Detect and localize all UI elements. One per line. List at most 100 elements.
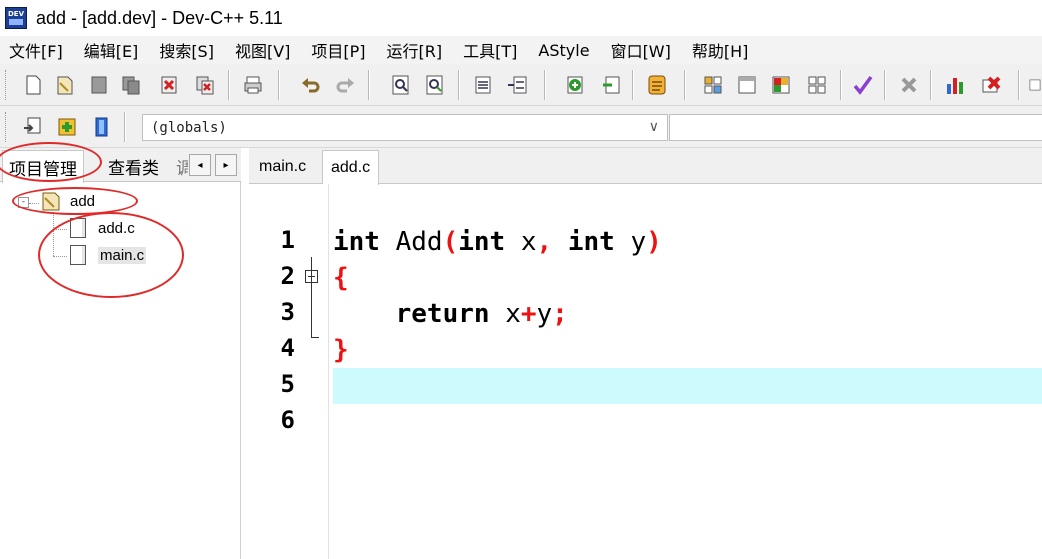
keyword-int: int	[552, 227, 615, 257]
main-toolbar	[0, 64, 1042, 106]
menu-tools[interactable]: 工具[T]	[463, 38, 517, 62]
indent-icon[interactable]	[470, 72, 496, 98]
print-icon[interactable]	[240, 72, 266, 98]
tile-icon[interactable]	[700, 72, 726, 98]
title-bar: DEV add - [add.dev] - Dev-C++ 5.11	[0, 0, 1042, 36]
menu-search[interactable]: 搜索[S]	[159, 38, 214, 62]
code-line-3: {	[333, 260, 1042, 296]
fold-end	[311, 337, 319, 338]
c-file-icon	[70, 245, 86, 265]
toolbar-separator	[458, 70, 460, 100]
scope-select-value: (globals)	[151, 119, 227, 136]
toggle-bookmark-icon[interactable]	[88, 114, 114, 140]
tab-add-c[interactable]: add.c	[322, 150, 380, 185]
editor-tabs: main.c add.c	[249, 148, 1042, 185]
param-x: x	[505, 227, 537, 257]
function-name: Add	[379, 227, 443, 257]
line-number: 4	[280, 334, 295, 362]
tab-project-manager[interactable]: 项目管理	[2, 150, 84, 183]
replace-icon[interactable]	[422, 72, 448, 98]
menu-edit[interactable]: 编辑[E]	[84, 38, 139, 62]
line-number: 5	[280, 370, 295, 398]
compile-icon[interactable]	[644, 72, 670, 98]
tree-node-project[interactable]: add	[40, 190, 95, 212]
toolbar-separator	[684, 70, 686, 100]
project-icon	[40, 190, 62, 212]
menu-window[interactable]: 窗口[W]	[611, 38, 671, 62]
keyword-int: int	[458, 227, 506, 257]
save-icon[interactable]	[86, 72, 112, 98]
operand-x: x	[489, 299, 521, 329]
save-all-icon[interactable]	[118, 72, 144, 98]
window-title: add - [add.dev] - Dev-C++ 5.11	[36, 7, 283, 28]
keyword-int: int	[333, 227, 380, 257]
brace-close: }	[333, 335, 349, 365]
tab-main-c[interactable]: main.c	[251, 150, 314, 184]
close-icon[interactable]	[156, 72, 182, 98]
menu-astyle[interactable]: AStyle	[538, 41, 589, 60]
open-file-icon[interactable]	[52, 72, 78, 98]
toolbar-grip[interactable]	[5, 112, 9, 142]
tree-node-main-c-label: main.c	[98, 246, 147, 264]
undo-icon[interactable]	[298, 72, 324, 98]
find-icon[interactable]	[388, 72, 414, 98]
menu-view[interactable]: 视图[V]	[235, 38, 290, 62]
toolbar-separator	[930, 70, 932, 100]
keyword-return: return	[395, 299, 490, 329]
line-number: 3	[280, 298, 295, 326]
insert-icon[interactable]	[54, 114, 80, 140]
overflow-icon[interactable]	[1028, 72, 1042, 98]
scope-select[interactable]: (globals) ∨	[142, 114, 668, 141]
c-file-icon	[70, 218, 86, 238]
toolbar-separator	[840, 70, 842, 100]
debug-stop-icon[interactable]	[978, 72, 1004, 98]
menu-help[interactable]: 帮助[H]	[692, 38, 749, 62]
toolbar-grip[interactable]	[5, 70, 9, 100]
remove-from-project-icon[interactable]	[598, 72, 624, 98]
editor-area: main.c add.c 1 2 3 4 5 6 int Add(int x, …	[249, 148, 1042, 559]
delete-icon[interactable]	[896, 72, 922, 98]
tab-debug[interactable]: 调	[176, 150, 188, 182]
window-icon[interactable]	[734, 72, 760, 98]
line-number: 6	[280, 406, 295, 434]
line-number: 1	[280, 226, 295, 254]
comma: ,	[536, 227, 553, 257]
tree-line	[53, 229, 67, 230]
tab-scroll-right-button[interactable]: ▸	[215, 154, 237, 176]
close-all-icon[interactable]	[192, 72, 218, 98]
menu-run[interactable]: 运行[R]	[387, 38, 443, 62]
add-to-project-icon[interactable]	[562, 72, 588, 98]
menu-file[interactable]: 文件[F]	[9, 38, 63, 62]
tree-node-main-c[interactable]: main.c	[70, 245, 147, 265]
check-icon[interactable]	[850, 72, 876, 98]
tree-expander[interactable]: -	[18, 197, 29, 208]
tree-line	[53, 212, 54, 256]
redo-icon[interactable]	[332, 72, 358, 98]
code-line-2: int Add(int x, int y)	[333, 224, 1042, 260]
function-select[interactable]	[669, 114, 1042, 141]
menu-project[interactable]: 项目[P]	[311, 38, 365, 62]
line-number-gutter: 1 2 3 4 5 6	[249, 184, 329, 559]
unindent-icon[interactable]	[504, 72, 530, 98]
color-grid-icon[interactable]	[768, 72, 794, 98]
operator-plus: +	[520, 299, 537, 329]
windows-icon[interactable]	[804, 72, 830, 98]
chevron-down-icon[interactable]: ∨	[649, 119, 659, 135]
code-editor[interactable]: int Add(int x, int y) { return x + y; }	[333, 184, 1042, 559]
new-project-icon[interactable]	[20, 114, 46, 140]
toolbar-separator	[884, 70, 886, 100]
toolbar-separator	[544, 70, 546, 100]
tab-class-browser[interactable]: 查看类	[102, 150, 165, 182]
tab-scroll-left-button[interactable]: ◂	[189, 154, 211, 176]
tree-node-add-c-label: add.c	[98, 219, 135, 237]
project-panel: 项目管理 查看类 调 ◂ ▸	[0, 148, 241, 559]
scope-toolbar: (globals) ∨	[0, 106, 1042, 148]
brace-open: {	[333, 263, 349, 293]
toolbar-separator	[228, 70, 230, 100]
tree-node-add-c[interactable]: add.c	[70, 218, 135, 238]
chart-icon[interactable]	[942, 72, 968, 98]
toolbar-separator	[1018, 70, 1020, 100]
code-line-4: return x + y;	[333, 296, 1042, 332]
new-file-icon[interactable]	[20, 72, 46, 98]
